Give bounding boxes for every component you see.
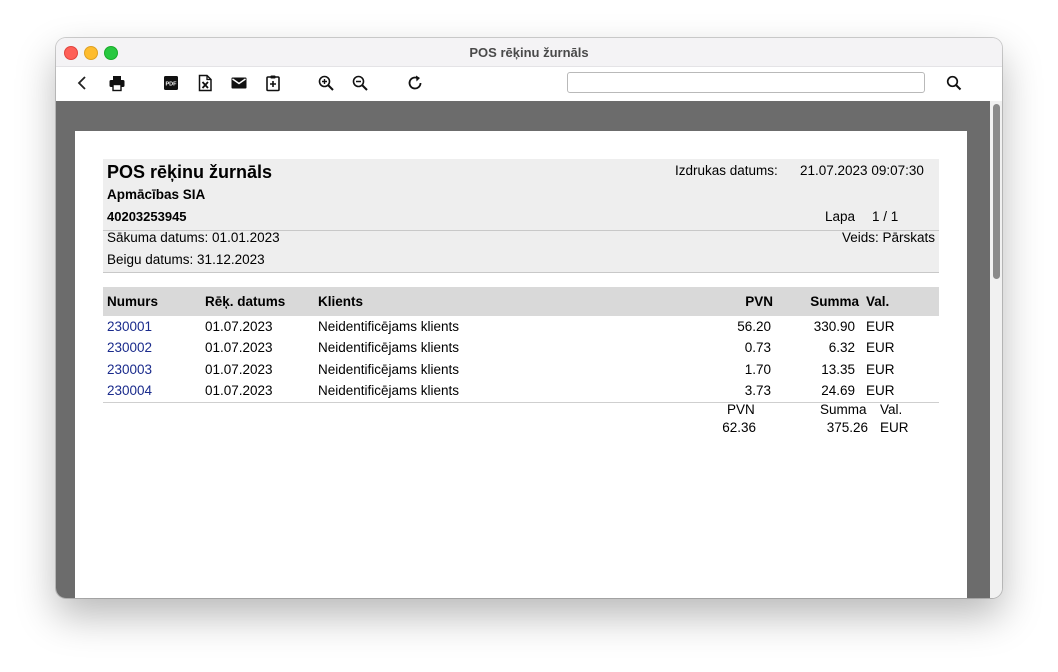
app-window: POS rēķinu žurnāls PDF POS rēķinu žurnāl… (56, 38, 1002, 598)
invoice-client: Neidentificējams klients (318, 383, 460, 398)
end-date: Beigu datums: 31.12.2023 (107, 252, 265, 267)
page-value: 1 / 1 (872, 209, 899, 224)
invoice-sum: 24.69 (821, 383, 855, 398)
search-icon (946, 75, 962, 91)
clipboard-icon (266, 75, 280, 92)
report-header: POS rēķinu žurnāls Apmācības SIA 4020325… (103, 159, 939, 273)
column-header-sum: Summa (810, 294, 859, 309)
invoice-currency: EUR (866, 319, 895, 334)
refresh-icon (408, 75, 422, 90)
invoice-client: Neidentificējams klients (318, 362, 460, 377)
header-bottom-line (103, 272, 939, 273)
invoice-date: 01.07.2023 (205, 383, 273, 398)
invoice-date: 01.07.2023 (205, 362, 273, 377)
email-button[interactable] (229, 73, 249, 93)
registration-number: 40203253945 (107, 209, 187, 224)
excel-export-icon (198, 74, 212, 92)
totals-sum-value: 375.26 (826, 420, 868, 435)
pdf-label: PDF (166, 82, 178, 88)
column-header-row: Numurs Rēķ. datums Klients PVN Summa Val… (103, 287, 939, 316)
pdf-button[interactable]: PDF (161, 73, 181, 93)
totals-sum-label: Summa (820, 402, 867, 417)
column-header-vat: PVN (745, 294, 773, 309)
search-input[interactable] (567, 72, 925, 93)
invoice-vat: 0.73 (744, 340, 771, 355)
refresh-button[interactable] (405, 73, 425, 93)
invoice-sum: 6.32 (828, 340, 855, 355)
invoice-number-link[interactable]: 230002 (107, 340, 152, 355)
column-header-currency: Val. (866, 294, 890, 309)
invoice-vat: 3.73 (744, 383, 771, 398)
report-viewer[interactable]: POS rēķinu žurnāls Apmācības SIA 4020325… (56, 101, 990, 598)
print-date-value: 21.07.2023 09:07:30 (800, 163, 924, 178)
invoice-currency: EUR (866, 362, 895, 377)
invoice-sum: 13.35 (821, 362, 855, 377)
excel-export-button[interactable] (195, 73, 215, 93)
print-date-label: Izdrukas datums: (675, 163, 778, 178)
invoice-vat: 56.20 (737, 319, 771, 334)
totals-currency-value: EUR (880, 420, 909, 435)
column-header-number: Numurs (107, 294, 159, 309)
invoice-date: 01.07.2023 (205, 319, 273, 334)
clipboard-button[interactable] (263, 73, 283, 93)
print-icon (109, 76, 125, 92)
print-button[interactable] (107, 73, 127, 93)
invoice-number-link[interactable]: 230001 (107, 319, 152, 334)
zoom-in-button[interactable] (316, 73, 336, 93)
title-bar: POS rēķinu žurnāls (56, 38, 1002, 67)
start-date: Sākuma datums: 01.01.2023 (107, 230, 280, 245)
window-title: POS rēķinu žurnāls (469, 45, 589, 60)
pdf-icon: PDF (164, 76, 178, 90)
column-header-date: Rēķ. datums (205, 294, 286, 309)
page-label: Lapa (825, 209, 856, 224)
totals-divider (103, 402, 939, 403)
invoice-date: 01.07.2023 (205, 340, 273, 355)
company-name: Apmācības SIA (107, 187, 206, 202)
report-page: POS rēķinu žurnāls Apmācības SIA 4020325… (75, 131, 967, 598)
totals-vat-label: PVN (727, 402, 755, 417)
zoom-in-icon (318, 75, 334, 91)
report-title: POS rēķinu žurnāls (107, 162, 273, 182)
column-header-client: Klients (318, 294, 364, 309)
invoice-client: Neidentificējams klients (318, 319, 460, 334)
back-icon (77, 76, 86, 90)
report-type: Veids: Pārskats (841, 230, 935, 245)
invoice-number-link[interactable]: 230004 (107, 383, 152, 398)
totals-vat-value: 62.36 (722, 420, 756, 435)
invoice-vat: 1.70 (744, 362, 771, 377)
invoice-sum: 330.90 (813, 319, 855, 334)
scrollbar-thumb[interactable] (993, 104, 1000, 279)
search-button[interactable] (944, 73, 964, 93)
totals-currency-label: Val. (880, 402, 903, 417)
invoice-number-link[interactable]: 230003 (107, 362, 152, 377)
zoom-out-button[interactable] (350, 73, 370, 93)
back-button[interactable] (73, 73, 93, 93)
vertical-scrollbar[interactable] (990, 101, 1002, 598)
zoom-out-icon (352, 75, 368, 91)
email-icon (231, 77, 247, 89)
toolbar: PDF (56, 67, 1002, 100)
invoice-currency: EUR (866, 340, 895, 355)
invoice-client: Neidentificējams klients (318, 340, 460, 355)
invoice-currency: EUR (866, 383, 895, 398)
